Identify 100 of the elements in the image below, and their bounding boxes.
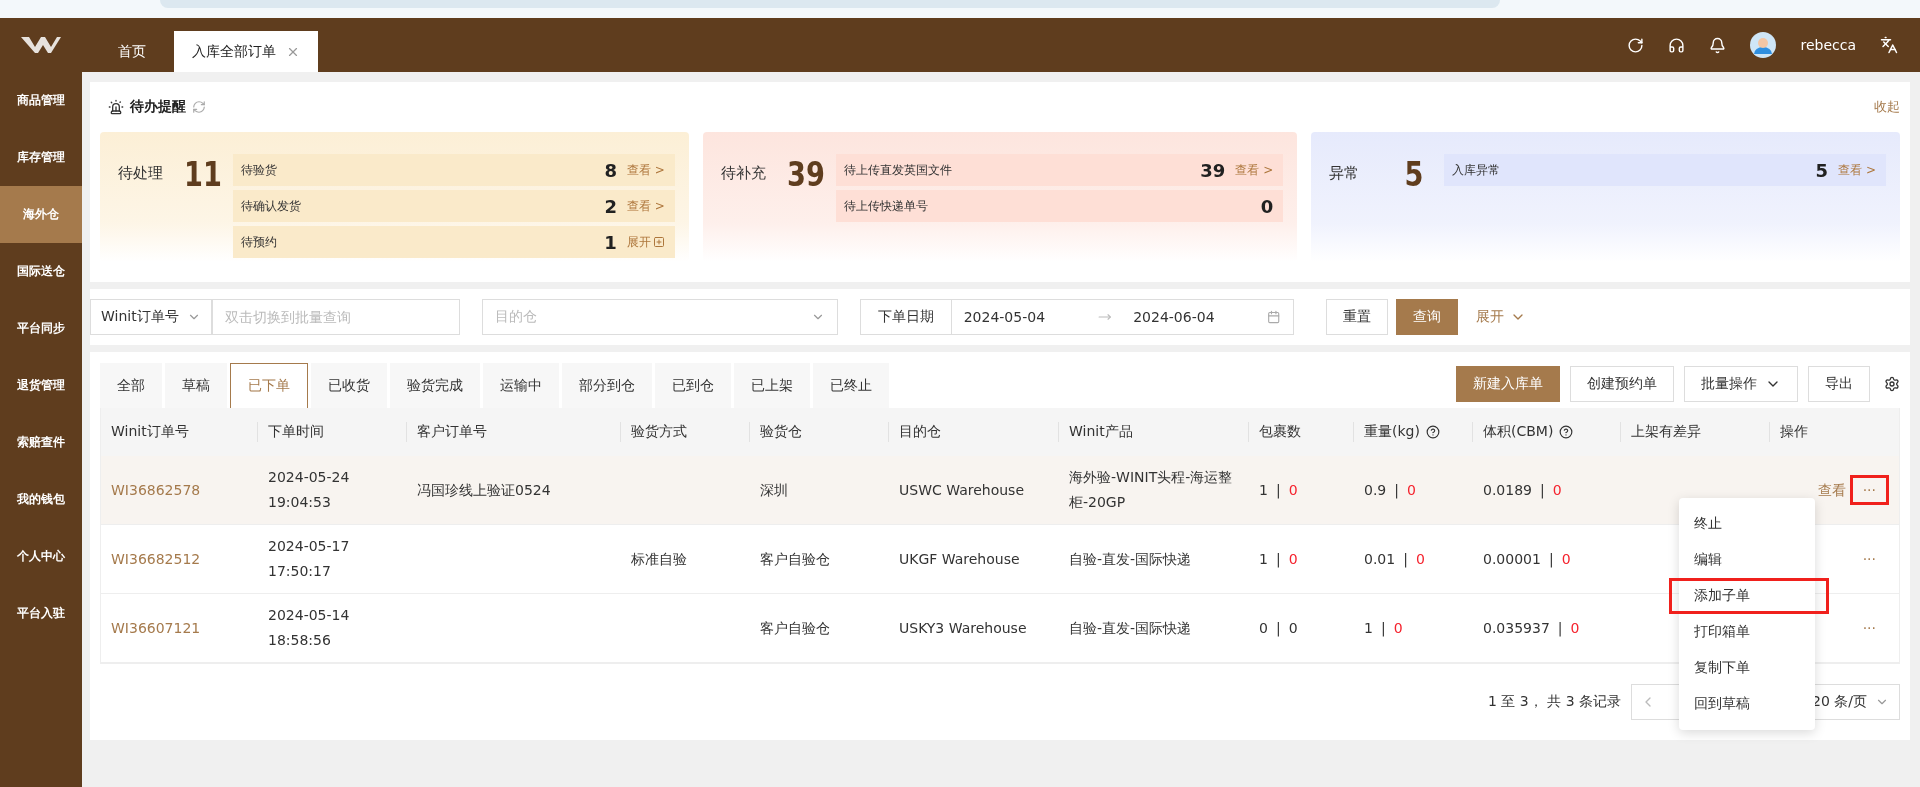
view-link[interactable]: 查看 xyxy=(1817,477,1846,503)
row-label: 待验货 xyxy=(241,161,277,179)
row-count: 8 xyxy=(604,159,617,181)
status-tab[interactable]: 已终止 xyxy=(813,363,889,408)
row-count: 0 xyxy=(1260,195,1274,217)
diff-value: 0 xyxy=(1552,480,1562,500)
table-cell-text: 海外验-WINIT头程-海运整柜-20GP xyxy=(1069,468,1234,512)
card-total: 5 xyxy=(1403,154,1425,194)
status-tab[interactable]: 部分到仓 xyxy=(562,363,652,408)
column-header: Winit产品 xyxy=(1059,408,1249,456)
menu-item[interactable]: 打印箱单 xyxy=(1679,614,1815,650)
sidebar-item[interactable]: 退货管理 xyxy=(0,357,82,414)
expand-link[interactable]: 展开 xyxy=(1475,308,1526,326)
status-tab[interactable]: 草稿 xyxy=(165,363,227,408)
table-cell-text: 0.0189 xyxy=(1483,480,1532,500)
card-total: 39 xyxy=(785,154,826,194)
alarm-icon xyxy=(108,99,124,115)
card-label: 异常 xyxy=(1329,164,1361,183)
order-link[interactable]: WI36682512 xyxy=(111,546,248,572)
more-button[interactable]: ··· xyxy=(1849,475,1889,505)
status-tab[interactable]: 运输中 xyxy=(483,363,559,408)
table-cell-text: 2024-05-14 xyxy=(268,606,351,625)
search-button[interactable]: 查询 xyxy=(1395,299,1458,335)
table-cell-text: 1 xyxy=(1259,549,1268,569)
sidebar-item[interactable]: 海外仓 xyxy=(0,186,82,243)
user-name[interactable]: rebecca xyxy=(1800,37,1856,53)
table-cell-text: 19:04:53 xyxy=(268,493,332,512)
table-cell-text: 0 xyxy=(1259,618,1268,638)
batch-query-field[interactable]: 双击切换到批量查询 xyxy=(211,299,460,335)
collapse-link[interactable]: 收起 xyxy=(1874,98,1900,116)
sidebar-item[interactable]: 库存管理 xyxy=(0,129,82,186)
settings-icon[interactable] xyxy=(1884,376,1900,392)
sidebar-item[interactable]: 平台同步 xyxy=(0,300,82,357)
row-count: 1 xyxy=(604,231,617,253)
table-cell-text: 17:50:17 xyxy=(268,562,332,581)
table-cell-text: 18:58:56 xyxy=(268,631,332,650)
status-tab[interactable]: 已上架 xyxy=(734,363,810,408)
table-cell-text: USWC Warehouse xyxy=(899,480,1025,500)
headset-icon[interactable] xyxy=(1668,36,1686,54)
table-cell-text: 0.9 xyxy=(1364,480,1387,500)
sidebar-item[interactable]: 平台入驻 xyxy=(0,585,82,642)
sidebar-item[interactable]: 国际送仓 xyxy=(0,243,82,300)
sidebar-item[interactable]: 个人中心 xyxy=(0,528,82,585)
order-type-select[interactable]: Winit订单号 xyxy=(90,299,212,335)
table-cell-text: 深圳 xyxy=(760,480,789,500)
help-icon[interactable] xyxy=(1425,425,1440,439)
separator: | xyxy=(1403,549,1408,570)
table-cell-text: 0.01 xyxy=(1364,549,1396,569)
table-cell-text: 1 xyxy=(1259,480,1268,500)
toolbar-button[interactable]: 创建预约单 xyxy=(1570,366,1674,402)
separator: | xyxy=(1275,480,1281,501)
diff-value: 0 xyxy=(1415,549,1425,569)
new-order-button[interactable]: 新建入库单 xyxy=(1456,366,1560,402)
table-cell-text: 2024-05-24 xyxy=(268,468,351,487)
separator: | xyxy=(1557,618,1563,639)
refresh-icon[interactable] xyxy=(1627,36,1645,54)
help-icon[interactable] xyxy=(1559,425,1574,439)
status-tab[interactable]: 全部 xyxy=(100,363,162,408)
table-cell-text: 0.035937 xyxy=(1483,618,1550,638)
batch-button[interactable]: 批量操作 xyxy=(1684,366,1798,402)
separator: | xyxy=(1548,549,1554,570)
more-button[interactable]: ··· xyxy=(1849,613,1889,643)
avatar-icon[interactable] xyxy=(1750,32,1777,58)
translate-icon[interactable] xyxy=(1880,36,1898,54)
date-range-field[interactable]: 2024-05-04 2024-06-04 xyxy=(951,299,1294,335)
order-link[interactable]: WI36607121 xyxy=(111,615,248,641)
column-header: 客户订单号 xyxy=(407,408,621,456)
column-header: 验货方式 xyxy=(621,408,750,456)
table-cell-text: UKGF Warehouse xyxy=(899,549,1021,569)
page-tab[interactable]: 入库全部订单 xyxy=(174,31,318,72)
menu-item[interactable]: 编辑 xyxy=(1679,542,1815,578)
menu-item[interactable]: 添加子单 xyxy=(1669,578,1830,614)
status-tab[interactable]: 已到仓 xyxy=(655,363,731,408)
separator: | xyxy=(1380,618,1386,639)
diff-value: 0 xyxy=(1288,618,1298,638)
diff-value: 0 xyxy=(1570,618,1580,638)
status-tab[interactable]: 已下单 xyxy=(230,363,308,408)
table-cell-text: 2024-05-17 xyxy=(268,537,351,556)
sidebar-item[interactable]: 索赔查件 xyxy=(0,414,82,471)
column-header: 体积(CBM) xyxy=(1473,408,1621,456)
plus-icon xyxy=(652,236,665,248)
order-link[interactable]: WI36862578 xyxy=(111,477,248,503)
more-button[interactable]: ··· xyxy=(1849,544,1889,574)
page-tab[interactable]: 首页 xyxy=(90,31,174,72)
status-tab[interactable]: 已收货 xyxy=(311,363,387,408)
card-total: 11 xyxy=(183,154,223,194)
toolbar-button[interactable]: 导出 xyxy=(1808,366,1870,402)
column-header: 目的仓 xyxy=(889,408,1059,456)
bell-icon[interactable] xyxy=(1709,36,1727,54)
sidebar-item[interactable]: 商品管理 xyxy=(0,72,82,129)
separator: | xyxy=(1275,618,1281,639)
reset-button[interactable]: 重置 xyxy=(1325,299,1388,335)
card-label: 待补充 xyxy=(720,164,767,183)
sidebar-item[interactable]: 我的钱包 xyxy=(0,471,82,528)
table-cell-text: 冯国珍线上验证0524 xyxy=(417,480,552,500)
record-summary: 1 至 3， 共 3 条记录 xyxy=(1488,693,1621,711)
table-cell-text: 客户自验仓 xyxy=(760,618,831,638)
status-tab[interactable]: 验货完成 xyxy=(390,363,480,408)
row-label: 入库异常 xyxy=(1452,161,1501,179)
diff-value: 0 xyxy=(1393,618,1403,638)
